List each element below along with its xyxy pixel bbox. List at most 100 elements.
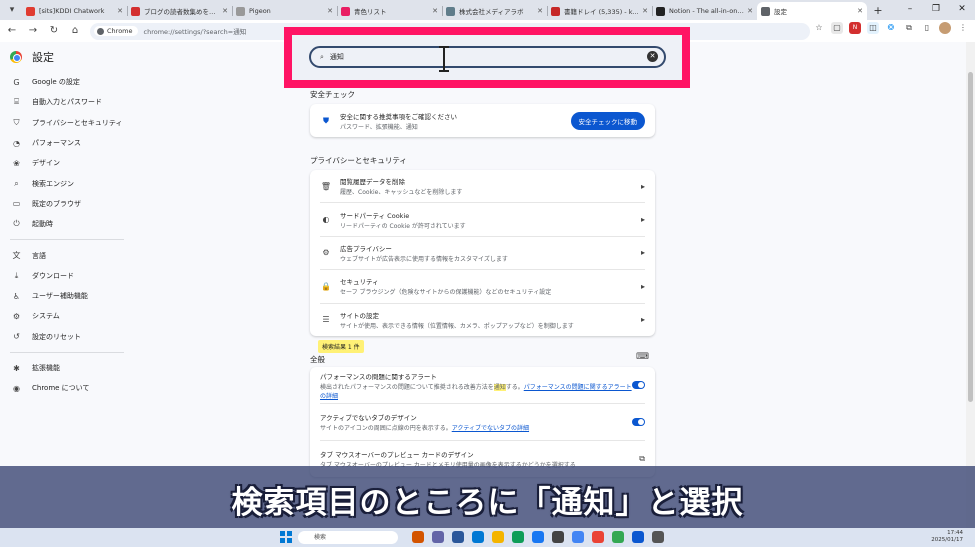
menu-kebab-icon[interactable]: ⋮	[957, 22, 969, 34]
tab-close-icon[interactable]: ✕	[857, 7, 863, 15]
tab-close-icon[interactable]: ✕	[432, 7, 438, 15]
reload-icon[interactable]: ↻	[45, 22, 63, 40]
sidebar-item[interactable]: ⌕ 検索エンジン	[0, 173, 150, 193]
new-tab-plus-icon[interactable]: +	[869, 2, 887, 20]
sidebar-item[interactable]: ⌸ 自動入力とパスワード	[0, 92, 150, 112]
avatar[interactable]	[939, 22, 951, 34]
clear-search-icon[interactable]: ✕	[647, 51, 658, 62]
taskbar-app-icon[interactable]	[532, 531, 544, 543]
tab-title: Pigeon	[249, 7, 271, 15]
taskbar-app-icon[interactable]	[572, 531, 584, 543]
tab-search-icon[interactable]: ▾	[4, 2, 20, 18]
maximize-icon[interactable]: ❐	[923, 0, 949, 18]
taskbar-search-input[interactable]: 検索	[298, 531, 398, 544]
sidebar-item[interactable]: ↺ 設定のリセット	[0, 327, 150, 347]
privacy-row[interactable]: 🗑 閲覧履歴データを削除 履歴、Cookie、キャッシュなどを削除します ▸	[310, 170, 655, 202]
new-badge-icon[interactable]: N	[849, 22, 861, 34]
sidebar-item[interactable]: ✱ 拡張機能	[0, 358, 150, 378]
external-link-icon[interactable]: ⧉	[639, 454, 645, 464]
taskbar-apps	[412, 531, 664, 543]
safety-check-button[interactable]: 安全チェックに移動	[570, 111, 645, 130]
taskbar-app-icon[interactable]	[492, 531, 504, 543]
feedback-icon[interactable]: ⌨	[636, 352, 649, 362]
chevron-right-icon[interactable]: ▸	[641, 282, 645, 291]
taskbar-app-icon[interactable]	[472, 531, 484, 543]
sidebar-item[interactable]: G Google の設定	[0, 72, 150, 92]
privacy-row[interactable]: 🔒 セキュリティ セーフ ブラウジング（危険なサイトからの保護機能）などのセキュリテ…	[310, 270, 655, 302]
taskbar-clock[interactable]: 17:44 2025/01/17	[931, 530, 963, 544]
taskbar-app-icon[interactable]	[632, 531, 644, 543]
chevron-right-icon[interactable]: ▸	[641, 248, 645, 257]
privacy-row[interactable]: ◐ サードパーティ Cookie リードパーティの Cookie が許可されています…	[310, 203, 655, 235]
sidebar-item[interactable]: ▭ 既定のブラウザ	[0, 194, 150, 214]
taskbar-app-icon[interactable]	[512, 531, 524, 543]
site-chip[interactable]: Chrome	[94, 26, 138, 36]
taskbar-app-icon[interactable]	[452, 531, 464, 543]
extension-icon[interactable]: ▢	[831, 22, 843, 34]
chevron-right-icon[interactable]: ▸	[641, 215, 645, 224]
sidebar-item[interactable]: ⏻ 起動時	[0, 214, 150, 234]
performance-row[interactable]: パフォーマンスの問題に関するアラート 検出されたパフォーマンスの問題について推奨さ…	[310, 367, 655, 403]
sub-text: サイトのアイコンの周囲に点線の円を表示する。	[320, 425, 452, 432]
taskbar-app-icon[interactable]	[612, 531, 624, 543]
sidebar-item[interactable]: ◔ パフォーマンス	[0, 133, 150, 153]
sidebar-item[interactable]: ◉ Chrome について	[0, 378, 150, 398]
back-arrow-icon[interactable]: ←	[3, 22, 21, 40]
toggle-switch[interactable]	[632, 381, 645, 389]
sidepanel-icon[interactable]: ▯	[921, 22, 933, 34]
sidebar-item[interactable]: ♿ ユーザー補助機能	[0, 286, 150, 306]
tab-favicon-icon	[131, 6, 140, 16]
learn-more-link[interactable]: アクティブでないタブの詳細	[452, 425, 529, 432]
privacy-row-icon: ◐	[322, 215, 330, 225]
taskbar-app-icon[interactable]	[552, 531, 564, 543]
browser-tab[interactable]: 設定 ✕	[757, 2, 867, 20]
taskbar-app-icon[interactable]	[592, 531, 604, 543]
sidebar-item-icon: ❀	[13, 158, 20, 168]
text-cursor-icon	[439, 46, 449, 72]
home-icon[interactable]: ⌂	[66, 22, 84, 40]
extension-icon[interactable]: ◫	[867, 22, 879, 34]
extension-icon[interactable]: ❂	[885, 22, 897, 34]
tab-close-icon[interactable]: ✕	[117, 7, 123, 15]
privacy-row-icon: ⚙	[322, 248, 330, 258]
sidebar-item[interactable]: ⛉ プライバシーとセキュリティ	[0, 113, 150, 133]
browser-tab[interactable]: 株式会社メディアラボ ✕	[442, 2, 547, 20]
browser-tab[interactable]: 青色リスト ✕	[337, 2, 442, 20]
close-window-icon[interactable]: ✕	[949, 0, 975, 18]
sidebar-item[interactable]: ⤓ ダウンロード	[0, 266, 150, 286]
browser-tab[interactable]: [sits]KDDI Chatwork ✕	[22, 2, 127, 20]
scrollbar-thumb[interactable]	[968, 72, 973, 402]
taskbar-app-icon[interactable]	[432, 531, 444, 543]
browser-tab[interactable]: Notion - The all-in-one w ✕	[652, 2, 757, 20]
toggle-switch[interactable]	[632, 418, 645, 426]
privacy-row-sub: セーフ ブラウジング（危険なサイトからの保護機能）などのセキュリティ設定	[340, 289, 552, 297]
browser-tab[interactable]: 書籍ドレイ (5,335) - kobay✕	[547, 2, 652, 20]
tab-title: 株式会社メディアラボ	[459, 8, 524, 16]
tab-close-icon[interactable]: ✕	[747, 7, 753, 15]
tab-close-icon[interactable]: ✕	[642, 7, 648, 15]
minimize-icon[interactable]: –	[897, 0, 923, 18]
chevron-right-icon[interactable]: ▸	[641, 182, 645, 191]
privacy-row[interactable]: ⚙ 広告プライバシー ウェブサイトが広告表示に使用する情報をカスタマイズします ▸	[310, 237, 655, 269]
tab-close-icon[interactable]: ✕	[222, 7, 228, 15]
settings-search-input[interactable]: ⌕ 通知 ✕	[309, 46, 666, 68]
puzzle-icon[interactable]: ⧉	[903, 22, 915, 34]
privacy-row[interactable]: ☰ サイトの設定 サイトが使用、表示できる情報（位置情報、カメラ、ポップアップなど）…	[310, 304, 655, 336]
bookmark-star-icon[interactable]: ☆	[813, 22, 825, 34]
taskbar-app-icon[interactable]	[412, 531, 424, 543]
privacy-row-title: 広告プライバシー	[340, 244, 392, 253]
sidebar-item[interactable]: 文 言語	[0, 245, 150, 265]
sidebar-item[interactable]: ❀ デザイン	[0, 153, 150, 173]
windows-start-icon[interactable]	[280, 531, 292, 543]
forward-arrow-icon[interactable]: →	[24, 22, 42, 40]
browser-tab[interactable]: ブログの読者数集めを学ぶ ✕	[127, 2, 232, 20]
performance-row[interactable]: アクティブでないタブのデザイン サイトのアイコンの周囲に点線の円を表示する。アクテ…	[310, 404, 655, 440]
tab-title: 書籍ドレイ (5,335) - kobay	[564, 8, 639, 16]
chevron-right-icon[interactable]: ▸	[641, 315, 645, 324]
sidebar-item[interactable]: ⚙ システム	[0, 306, 150, 326]
tab-close-icon[interactable]: ✕	[537, 7, 543, 15]
taskbar-app-icon[interactable]	[652, 531, 664, 543]
performance-row-title: パフォーマンスの問題に関するアラート	[320, 372, 437, 381]
browser-tab[interactable]: Pigeon ✕	[232, 2, 337, 20]
tab-close-icon[interactable]: ✕	[327, 7, 333, 15]
